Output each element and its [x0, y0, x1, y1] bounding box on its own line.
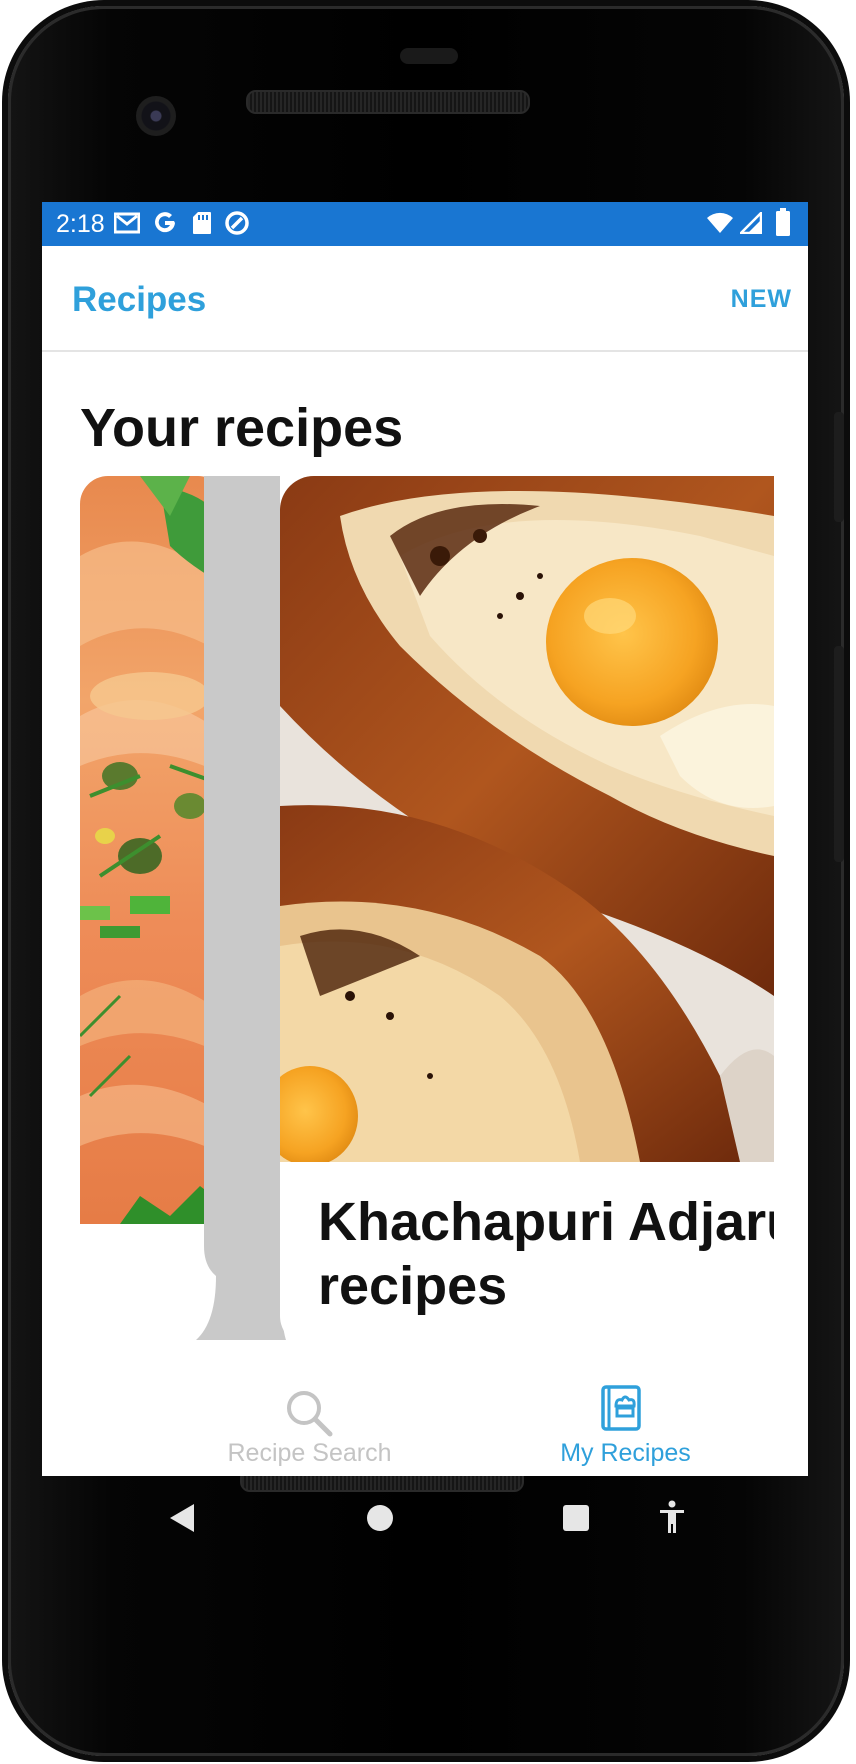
accessibility-icon[interactable] [658, 1500, 686, 1539]
status-time: 2:18 [56, 210, 105, 238]
back-icon[interactable] [168, 1502, 196, 1539]
home-icon[interactable] [366, 1504, 394, 1537]
khachapuri-image [280, 476, 774, 1162]
recipe-card-title: Khachapuri Adjaruli recipes [318, 1192, 774, 1316]
volume-button [834, 646, 844, 862]
new-recipe-button[interactable]: NEW [731, 284, 792, 314]
section-title: Your recipes [80, 398, 404, 458]
card-divider [196, 476, 286, 1340]
battery-icon [776, 208, 790, 241]
app-bar: Recipes NEW [42, 246, 808, 352]
nav-item-my-recipes[interactable]: My Recipes [434, 1362, 808, 1476]
recents-icon[interactable] [562, 1504, 590, 1537]
google-icon [152, 210, 178, 241]
search-icon [284, 1388, 334, 1443]
status-bar: 2:18 [42, 202, 808, 246]
bottom-navigation: Recipe Search My Recipes [42, 1362, 808, 1476]
wifi-icon [706, 212, 734, 239]
recipe-book-icon [600, 1384, 642, 1437]
power-button [834, 412, 844, 522]
nav-label-my-recipes: My Recipes [560, 1439, 691, 1467]
app-screen: 2:18 Recipes NEW Your recipes Khachapuri… [42, 202, 808, 1476]
recipe-card-khachapuri[interactable]: Khachapuri Adjaruli recipes [280, 476, 774, 1346]
sync-icon [224, 210, 250, 241]
app-title: Recipes [72, 280, 207, 319]
top-earpiece [400, 48, 458, 64]
top-speaker [246, 90, 530, 114]
front-camera [136, 96, 176, 136]
gmail-icon [113, 212, 141, 239]
system-navigation-bar [42, 1476, 808, 1576]
sd-card-icon [192, 211, 212, 240]
signal-icon [737, 209, 763, 239]
